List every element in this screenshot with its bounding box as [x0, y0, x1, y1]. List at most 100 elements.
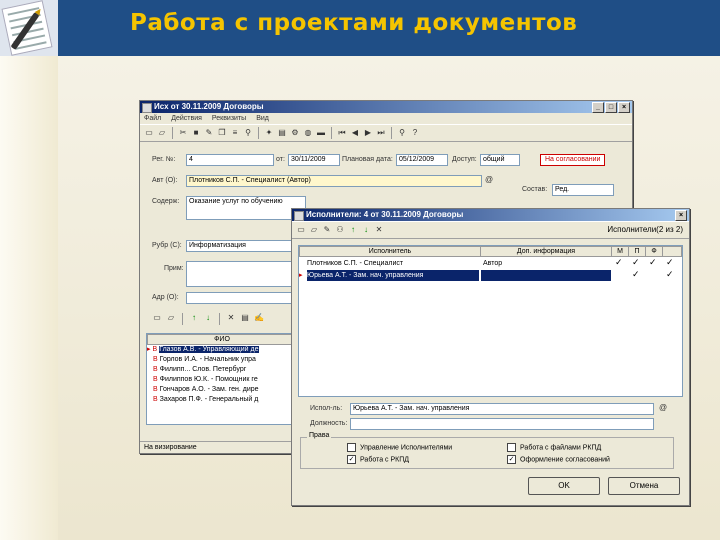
checkbox-checked[interactable]: ✓: [347, 455, 356, 464]
planned-date-field[interactable]: 05/12/2009: [396, 154, 448, 166]
col-flag-m[interactable]: М: [611, 246, 629, 257]
search-icon[interactable]: ⚲: [397, 128, 407, 138]
menu-file[interactable]: Файл: [144, 113, 161, 124]
arrow-up-icon[interactable]: ↑: [189, 313, 199, 323]
group-icon[interactable]: ◍: [303, 128, 313, 138]
open-icon[interactable]: ▱: [157, 128, 167, 138]
main-window-titlebar[interactable]: Исх от 30.11.2009 Договоры _ □ ×: [140, 101, 632, 113]
menu-actions[interactable]: Действия: [171, 113, 202, 124]
link-icon[interactable]: ⚲: [243, 128, 253, 138]
close-button[interactable]: ×: [618, 102, 630, 113]
flag-check[interactable]: ✓: [666, 269, 674, 280]
tools-icon[interactable]: ✦: [264, 128, 274, 138]
cut-icon[interactable]: ✂: [178, 128, 188, 138]
remove-executor-icon[interactable]: ✕: [374, 225, 384, 235]
col-flag-p[interactable]: П: [628, 246, 646, 257]
delete-icon[interactable]: ✕: [226, 313, 236, 323]
person-field[interactable]: Юрьева А.Т. - Зам. нач. управления: [350, 403, 654, 415]
menu-requisites[interactable]: Реквизиты: [212, 113, 246, 124]
right-approvals[interactable]: ✓ Оформление согласований: [507, 455, 610, 464]
checkbox[interactable]: [507, 443, 516, 452]
add-executor-icon[interactable]: ▭: [296, 225, 306, 235]
col-extra-info[interactable]: Доп. информация: [480, 246, 612, 257]
table-row[interactable]: Плотников С.П. - Специалист Автор ✓ ✓ ✓ …: [299, 257, 682, 269]
prev-icon[interactable]: ◀: [350, 128, 360, 138]
minimize-button[interactable]: _: [592, 102, 604, 113]
executor-name: Плотников С.П. - Специалист: [307, 260, 404, 267]
executors-table: Исполнитель Доп. информация М П Ф Плотни…: [298, 245, 683, 397]
list-icon[interactable]: ≡: [230, 128, 240, 138]
help-icon[interactable]: ?: [410, 128, 420, 138]
users-icon[interactable]: ⚇: [335, 225, 345, 235]
author-label: Авт (О):: [152, 177, 178, 184]
rubric-field[interactable]: Информатизация: [186, 240, 296, 252]
reg-number-field[interactable]: 4: [186, 154, 274, 166]
maximize-button[interactable]: □: [605, 102, 617, 113]
right-manage-executors[interactable]: Управление Исполнителями: [347, 443, 452, 452]
new-doc-icon[interactable]: ▭: [144, 128, 154, 138]
flag-check[interactable]: ✓: [666, 257, 674, 268]
note-field[interactable]: [186, 261, 296, 287]
ok-button[interactable]: OK: [528, 477, 600, 495]
checkbox[interactable]: [347, 443, 356, 452]
right-rkpd-work[interactable]: ✓ Работа с РКПД: [347, 455, 409, 464]
dialog-icon: [294, 211, 304, 221]
state-field[interactable]: Ред.: [552, 184, 614, 196]
list-item[interactable]: В Гончаров А.О. - Зам. ген. дире: [147, 385, 297, 394]
rights-label: Права: [307, 432, 332, 439]
list-item[interactable]: В Захаров П.Ф. - Генеральный д: [147, 395, 297, 404]
menu-view[interactable]: Вид: [256, 113, 269, 124]
save-icon[interactable]: ■: [191, 128, 201, 138]
slide-title: Работа с проектами документов: [130, 10, 578, 36]
sign-icon[interactable]: ✍: [254, 313, 264, 323]
copy-icon[interactable]: ❐: [217, 128, 227, 138]
edit-icon[interactable]: ✎: [204, 128, 214, 138]
executors-titlebar[interactable]: Исполнители: 4 от 30.11.2009 Договоры ×: [292, 209, 689, 221]
last-icon[interactable]: ⏭: [376, 128, 386, 138]
arrow-down-icon[interactable]: ↓: [203, 313, 213, 323]
document-pen-logo: [0, 0, 58, 56]
position-field[interactable]: [350, 418, 654, 430]
statusbar-text: На визирование: [144, 444, 197, 451]
flag-check[interactable]: ✓: [632, 257, 640, 268]
flag-check[interactable]: ✓: [615, 257, 623, 268]
author-lookup-icon[interactable]: @: [484, 175, 494, 185]
move-down-icon[interactable]: ↓: [361, 225, 371, 235]
folder-icon[interactable]: ▬: [316, 128, 326, 138]
col-flag-4[interactable]: [662, 246, 682, 257]
state-label: Состав:: [522, 186, 548, 193]
list-item[interactable]: В Горлов И.А. - Начальник упра: [147, 355, 297, 364]
executor-name: Юрьева А.Т. - Зам. нач. управления: [307, 270, 479, 281]
list-item[interactable]: ▸ В Глазов А.В. - Управляющий де: [147, 345, 297, 354]
first-icon[interactable]: ⏮: [337, 128, 347, 138]
add-group-icon[interactable]: ▱: [309, 225, 319, 235]
doc-icon[interactable]: ▤: [240, 313, 250, 323]
col-flag-f[interactable]: Ф: [645, 246, 663, 257]
col-executor[interactable]: Исполнитель: [299, 246, 481, 257]
author-field[interactable]: Плотников С.П. - Специалист (Автор): [186, 175, 482, 187]
addr-field[interactable]: [186, 292, 296, 304]
list-item[interactable]: В Филипп... Слов. Петербург: [147, 365, 297, 374]
move-up-icon[interactable]: ↑: [348, 225, 358, 235]
flag-check[interactable]: ✓: [649, 257, 657, 268]
cancel-button[interactable]: Отмена: [608, 477, 680, 495]
executors-dialog: Исполнители: 4 от 30.11.2009 Договоры × …: [291, 208, 690, 506]
right-rkpd-files[interactable]: Работа с файлами РКПД: [507, 443, 601, 452]
checkbox-checked[interactable]: ✓: [507, 455, 516, 464]
settings-icon[interactable]: ⚙: [290, 128, 300, 138]
list-header: ФИО: [147, 334, 297, 345]
flag-check[interactable]: ✓: [632, 269, 640, 280]
access-select[interactable]: общий: [480, 154, 520, 166]
edit-executor-icon[interactable]: ✎: [322, 225, 332, 235]
add-row-icon[interactable]: ▭: [152, 313, 162, 323]
table-row-selected[interactable]: ▸ Юрьева А.Т. - Зам. нач. управления ✓ ✓: [299, 269, 682, 281]
print-icon[interactable]: ▤: [277, 128, 287, 138]
approvers-list: ФИО ▸ В Глазов А.В. - Управляющий де В Гор…: [146, 333, 298, 425]
dialog-close-button[interactable]: ×: [675, 210, 687, 221]
content-field[interactable]: Оказание услуг по обучению: [186, 196, 306, 220]
from-date-field[interactable]: 30/11/2009: [288, 154, 340, 166]
add-folder-icon[interactable]: ▱: [166, 313, 176, 323]
next-icon[interactable]: ▶: [363, 128, 373, 138]
person-lookup-icon[interactable]: @: [658, 403, 668, 413]
list-item[interactable]: В Филиппов Ю.К. - Помощник ге: [147, 375, 297, 384]
